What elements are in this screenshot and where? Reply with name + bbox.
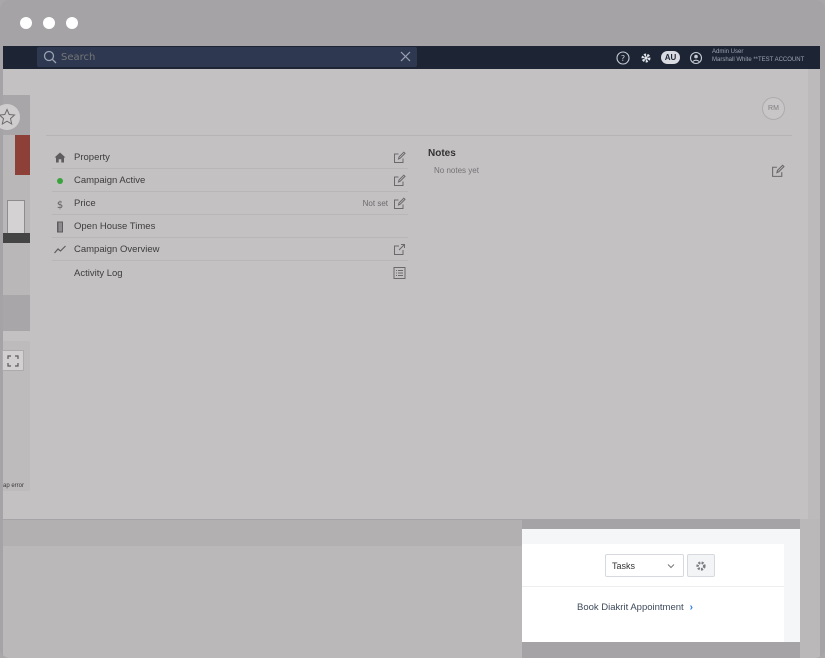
window-minimize-control[interactable]: [43, 17, 55, 29]
door-icon: [52, 219, 68, 235]
detail-row-campaign-active[interactable]: Campaign Active: [52, 170, 408, 192]
user-initials-badge[interactable]: AU: [661, 51, 680, 64]
chevron-right-icon: ›: [689, 602, 694, 613]
detail-label: Price: [74, 198, 96, 209]
home-icon: [52, 150, 68, 166]
detail-label: Open House Times: [74, 221, 156, 232]
detail-label: Activity Log: [74, 267, 123, 279]
section-divider: [46, 135, 792, 136]
gear-icon: [696, 560, 706, 571]
help-icon[interactable]: ?: [615, 50, 630, 65]
dollar-icon: $: [52, 196, 68, 212]
agent-avatar[interactable]: RM: [762, 97, 785, 120]
svg-text:$: $: [57, 200, 63, 210]
account-name: Marshall White **TEST ACCOUNT: [712, 57, 805, 63]
edit-notes-icon[interactable]: [771, 164, 785, 178]
edit-icon[interactable]: [392, 151, 406, 165]
listing-content: [3, 69, 808, 519]
external-link-icon[interactable]: [392, 243, 406, 257]
tasks-settings-button[interactable]: [687, 554, 715, 577]
nav-icon-group: ? AU: [615, 48, 703, 67]
browser-window: ? AU Admin User Marshall White **TEST AC…: [0, 0, 825, 658]
trend-icon: [52, 242, 68, 258]
detail-label: Campaign Overview: [74, 244, 160, 255]
price-value: Not set: [362, 199, 388, 208]
fullscreen-icon: [7, 354, 19, 367]
window-maximize-control[interactable]: [66, 17, 78, 29]
status-dot-icon: [52, 173, 68, 189]
book-diakrit-appointment-link[interactable]: Book Diakrit Appointment ›: [577, 602, 693, 613]
property-photo[interactable]: [3, 95, 30, 331]
tasks-dropdown-value: Tasks: [612, 560, 636, 571]
edit-icon[interactable]: [392, 197, 406, 211]
map-error-text: ap error: [3, 483, 25, 489]
list-icon[interactable]: [392, 266, 406, 280]
detail-row-open-house[interactable]: Open House Times: [52, 216, 408, 238]
detail-label: Campaign Active: [74, 175, 146, 186]
lower-section-body: [3, 546, 522, 658]
user-name: Admin User: [712, 49, 744, 55]
chevron-down-icon: [667, 564, 675, 569]
tasks-dropdown[interactable]: Tasks: [605, 554, 684, 577]
detail-row-property[interactable]: Property: [52, 147, 408, 169]
detail-label: Property: [74, 152, 110, 163]
account-switch-icon[interactable]: [688, 50, 703, 65]
top-navigation-bar: ? AU Admin User Marshall White **TEST AC…: [3, 46, 820, 69]
detail-row-activity-log[interactable]: Activity Log: [52, 262, 408, 284]
lower-section-header: [3, 520, 522, 546]
window-close-control[interactable]: [20, 17, 32, 29]
tasks-panel: Tasks Book Diakrit Appointment ›: [522, 529, 800, 642]
notes-heading: Notes: [428, 148, 456, 159]
search-icon: [43, 50, 57, 64]
svg-text:?: ?: [620, 54, 624, 63]
settings-gear-icon[interactable]: [638, 50, 653, 65]
detail-row-price[interactable]: $ Price Not set: [52, 193, 408, 215]
detail-row-campaign-overview[interactable]: Campaign Overview: [52, 239, 408, 261]
window-titlebar: [0, 0, 825, 46]
page-scroll-track[interactable]: [808, 69, 820, 519]
fullscreen-button[interactable]: [2, 350, 24, 371]
search-box[interactable]: [37, 47, 417, 67]
clear-search-icon[interactable]: [400, 51, 411, 62]
notes-empty-text: No notes yet: [434, 166, 479, 175]
star-icon: [0, 108, 16, 126]
search-input[interactable]: [61, 47, 391, 67]
task-link-label: Book Diakrit Appointment: [577, 602, 684, 613]
edit-icon[interactable]: [392, 174, 406, 188]
user-info[interactable]: Admin User Marshall White **TEST ACCOUNT: [712, 48, 804, 64]
